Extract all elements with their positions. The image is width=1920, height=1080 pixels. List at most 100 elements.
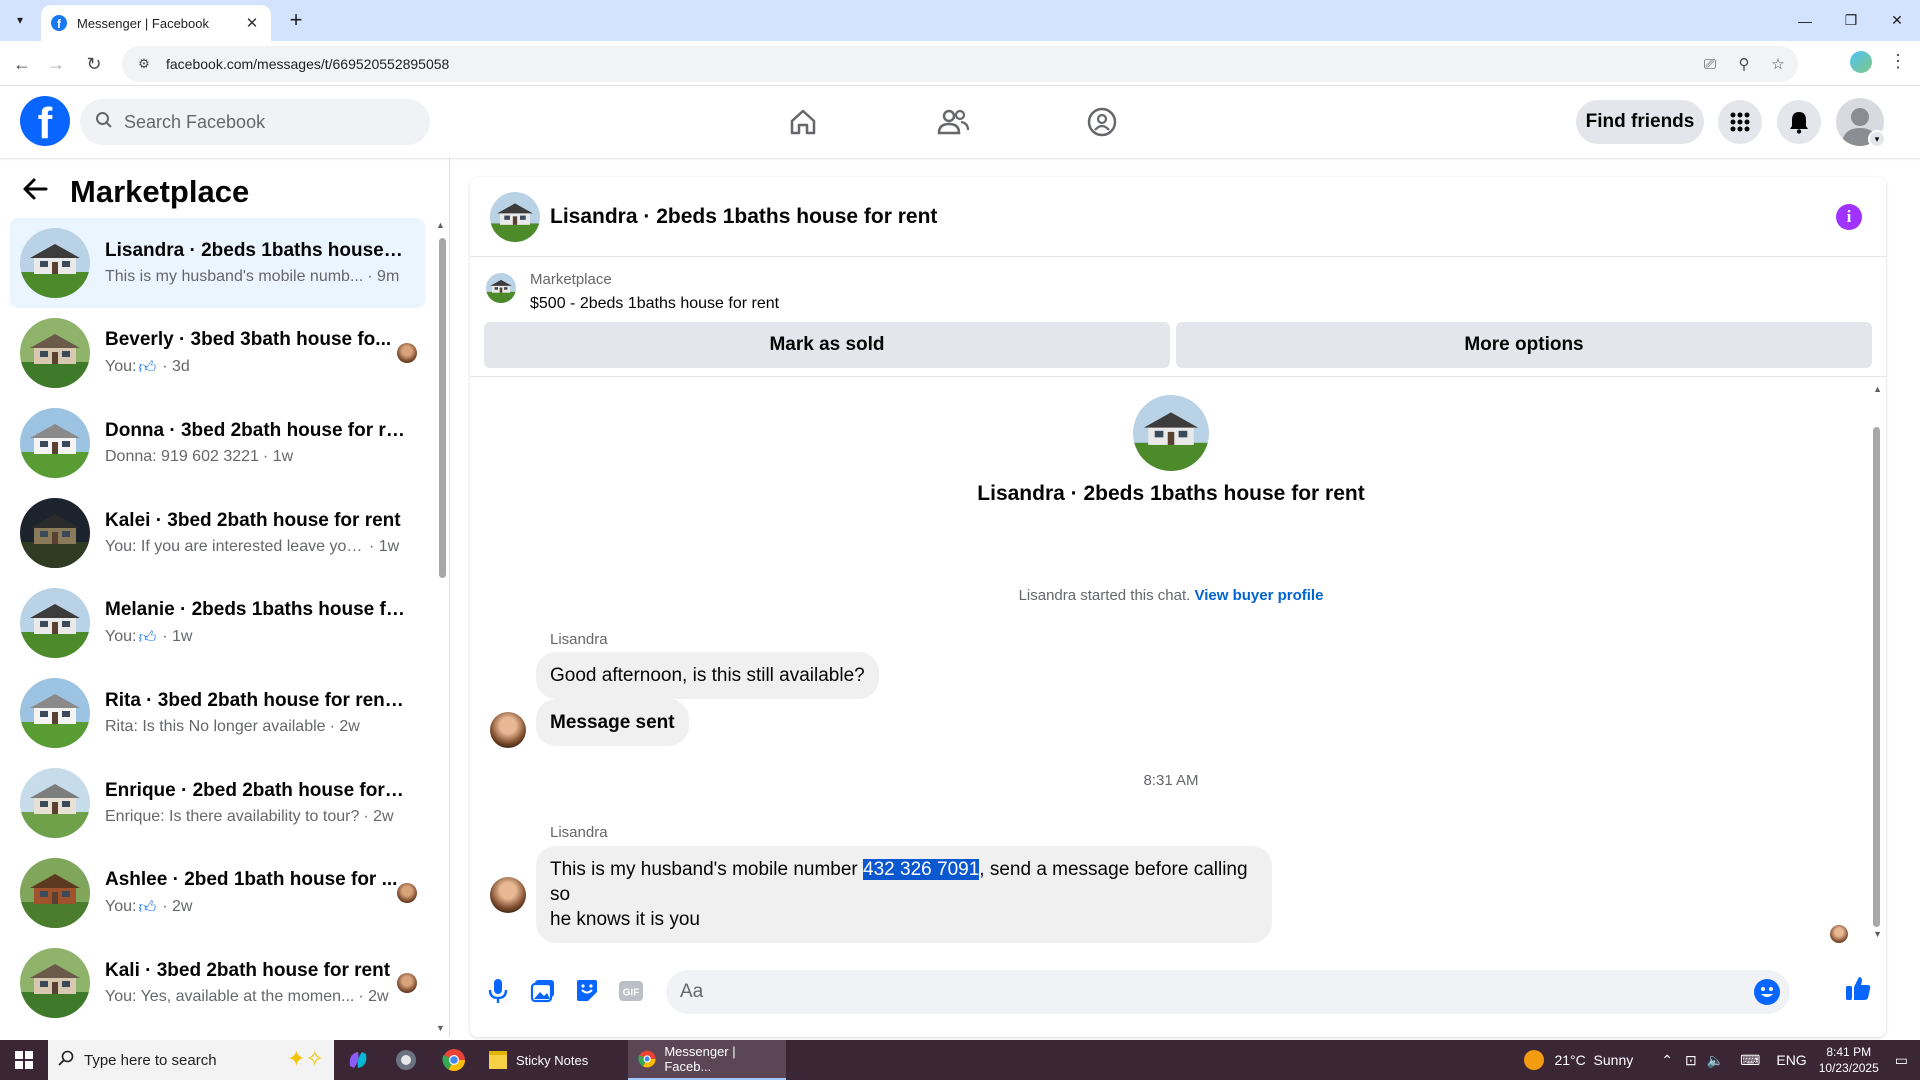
tab-search-dropdown-icon[interactable]: ▾ [6,8,34,32]
message-bubble[interactable]: This is my husband's mobile number 432 3… [536,846,1272,943]
install-app-icon[interactable]: ⎚ [1700,54,1720,74]
sticky-notes-icon [489,1051,507,1069]
conversation-item[interactable]: Enrique · 2bed 2bath house for r... Enriq… [10,758,425,848]
bookmark-star-icon[interactable]: ☆ [1768,54,1788,74]
search-highlight-sparkle-icon: ✦✧ [287,1046,324,1071]
back-icon[interactable]: ← [10,52,34,76]
message-input-field[interactable] [666,970,1790,1014]
scroll-down-icon[interactable]: ▼ [436,1023,445,1033]
restore-icon[interactable]: ❐ [1828,0,1874,41]
window-controls: — ❐ ✕ [1782,0,1920,41]
close-window-icon[interactable]: ✕ [1874,0,1920,41]
chrome-icon[interactable] [430,1040,478,1080]
browser-profile-icon[interactable] [1850,51,1872,73]
weather-sun-icon[interactable] [1524,1050,1545,1070]
sticker-icon[interactable] [573,977,601,1005]
conversation-name: Donna · 3bed 2bath house for re... [105,420,405,441]
new-tab-icon[interactable]: + [283,8,309,32]
message-bubble[interactable]: Good afternoon, is this still available? [536,652,879,699]
conversation-item[interactable]: Melanie · 2beds 1baths house for... You: 👍… [10,578,425,668]
chat-header: Lisandra · 2beds 1baths house for rent i [470,177,1886,257]
taskbar-clock[interactable]: 8:41 PM 10/23/2025 [1819,1044,1879,1076]
gif-icon[interactable]: GIF [617,977,645,1005]
taskbar-search[interactable]: Type here to search ✦✧ [48,1040,334,1080]
conversation-preview: You: 👍︎ · 2w [105,897,193,917]
search-input[interactable] [124,111,404,133]
chat-scrollbar[interactable] [1873,427,1880,927]
taskbar-sticky-notes[interactable]: Sticky Notes [478,1040,628,1080]
conversation-item[interactable]: Ashlee · 2bed 1bath house for ... You: 👍︎ ·… [10,848,425,938]
copilot-icon[interactable] [334,1040,382,1080]
browser-tab[interactable]: f Messenger | Facebook ✕ [41,5,271,41]
chevron-up-icon[interactable]: ⌃ [1661,1052,1673,1069]
zoom-icon[interactable]: ⚲ [1734,54,1754,74]
conversation-name: Enrique · 2bed 2bath house for r... [105,780,405,801]
language-indicator[interactable]: ENG [1776,1052,1806,1068]
sidebar-title: Marketplace [70,174,250,209]
chat-avatar[interactable] [490,191,540,242]
photo-icon[interactable] [529,977,557,1005]
scroll-up-icon[interactable]: ▲ [1873,384,1882,394]
sidebar-scrollbar[interactable] [439,238,446,578]
conversation-item[interactable]: Kalei · 3bed 2bath house for rent You: If… [10,488,425,578]
search-icon [58,1050,74,1071]
facebook-search[interactable] [80,99,430,145]
volume-icon[interactable]: 🔈 [1707,1052,1724,1069]
listing-detail[interactable]: $500 - 2beds 1baths house for rent [530,295,779,313]
tab-close-icon[interactable]: ✕ [243,14,261,32]
forward-icon[interactable]: → [44,52,68,76]
friends-icon[interactable] [933,104,973,140]
message-composer: GIF [470,955,1886,1025]
groups-icon[interactable] [1082,104,1122,140]
site-info-icon[interactable]: ⚙ [134,54,154,74]
chat-title[interactable]: Lisandra · 2beds 1baths house for rent [550,205,937,229]
find-friends-button[interactable]: Find friends [1576,100,1704,144]
message-bubble[interactable]: Message sent [536,699,689,746]
mark-as-sold-button[interactable]: Mark as sold [484,322,1170,368]
minimize-icon[interactable]: — [1782,0,1828,41]
facebook-favicon-icon: f [51,15,67,31]
reload-icon[interactable]: ↻ [82,52,106,76]
menu-grid-icon[interactable] [1718,100,1762,144]
listing-thumbnail[interactable] [486,273,516,303]
marketplace-sidebar: Marketplace Lisandra · 2beds 1baths hous… [0,158,450,1038]
conversation-thumbnail [20,498,90,568]
view-buyer-profile-link[interactable]: View buyer profile [1195,587,1324,604]
chevron-down-icon[interactable]: ▾ [1868,130,1886,148]
conversation-thumbnail [20,408,90,478]
conversation-list: Lisandra · 2beds 1baths house fo... This … [10,218,425,1028]
media-app-icon[interactable] [382,1040,430,1080]
microphone-icon[interactable] [484,977,512,1005]
emoji-icon[interactable] [1754,979,1780,1005]
conversation-item[interactable]: Beverly · 3bed 3bath house fo... You: 👍︎ · … [10,308,425,398]
message-input[interactable] [680,981,1720,1003]
conversation-item[interactable]: Kali · 3bed 2bath house for rent You: Yes… [10,938,425,1028]
conversation-item[interactable]: Donna · 3bed 2bath house for re... Donna:… [10,398,425,488]
taskbar-messenger-chrome[interactable]: Messenger | Faceb... [628,1040,786,1080]
thumbs-up-send-icon[interactable] [1844,974,1872,1002]
conversation-item[interactable]: Rita · 3bed 2bath house for rent ... Rita… [10,668,425,758]
notifications-bell-icon[interactable] [1777,100,1821,144]
keyboard-icon[interactable]: ⌨ [1740,1052,1760,1069]
facebook-logo-icon[interactable]: f [20,96,70,146]
back-arrow-icon[interactable] [22,176,58,208]
sender-avatar[interactable] [490,877,526,913]
home-icon[interactable] [783,104,823,140]
conversation-item[interactable]: Lisandra · 2beds 1baths house fo... This … [10,218,425,308]
info-icon[interactable]: i [1836,204,1862,230]
read-receipt-avatar [397,973,417,993]
scroll-down-icon[interactable]: ▼ [1873,929,1882,939]
selected-phone-number[interactable]: 432 326 7091 [863,859,980,880]
weather-text[interactable]: 21°C Sunny [1554,1052,1633,1068]
url-text[interactable]: facebook.com/messages/t/669520552895058 [166,56,449,72]
sender-avatar[interactable] [490,712,526,748]
conversation-name: Beverly · 3bed 3bath house fo... [105,328,392,350]
more-options-button[interactable]: More options [1176,322,1872,368]
notification-center-icon[interactable]: ▭ [1895,1052,1908,1069]
windows-taskbar: Type here to search ✦✧ Sticky Notes Mess… [0,1040,1920,1080]
address-bar[interactable]: ⚙ facebook.com/messages/t/66952055289505… [122,46,1798,82]
scroll-up-icon[interactable]: ▲ [436,220,445,230]
windows-start-icon[interactable] [0,1040,48,1080]
network-icon[interactable]: ⊡ [1685,1052,1697,1069]
browser-menu-icon[interactable]: ⋮ [1888,51,1908,75]
